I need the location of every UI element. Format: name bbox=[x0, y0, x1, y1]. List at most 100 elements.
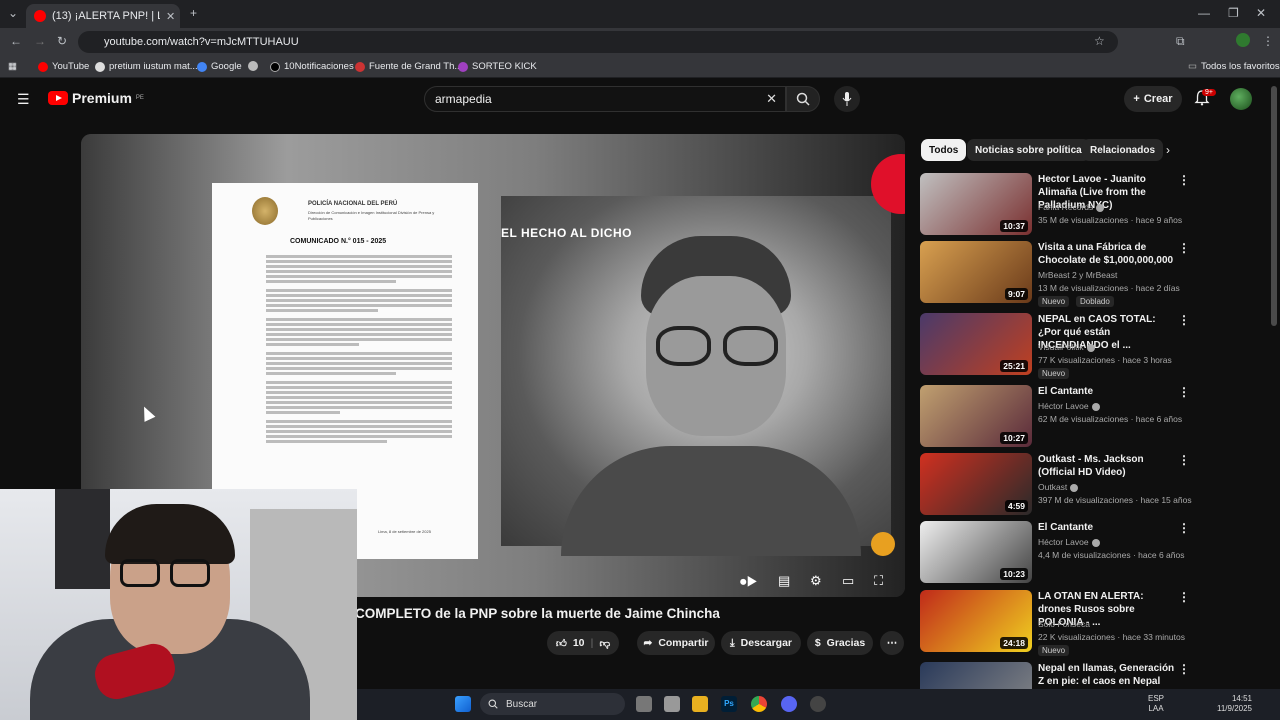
thanks-button[interactable]: $ Gracias bbox=[807, 631, 873, 655]
taskbar-clock[interactable]: 14:51 11/9/2025 bbox=[1212, 694, 1252, 714]
recommendation-item[interactable]: 4:59 Outkast - Ms. Jackson (Official HD … bbox=[920, 453, 1270, 517]
video-thumbnail[interactable]: 9:07 bbox=[920, 241, 1032, 303]
clear-search-icon[interactable]: ✕ bbox=[766, 91, 777, 107]
video-thumbnail[interactable]: 4:59 bbox=[920, 453, 1032, 515]
theater-mode-icon[interactable]: ▭ bbox=[842, 573, 854, 589]
video-thumbnail[interactable]: 10:37 bbox=[920, 173, 1032, 235]
extensions-icon[interactable]: ⧉ bbox=[1176, 34, 1185, 49]
rec-menu-icon[interactable]: ⋮ bbox=[1178, 590, 1190, 604]
taskbar-search[interactable]: Buscar bbox=[480, 693, 625, 715]
video-thumbnail[interactable]: 25:21 bbox=[920, 313, 1032, 375]
rec-title[interactable]: Nepal en llamas, Generación Z en pie: el… bbox=[1038, 662, 1176, 689]
rec-menu-icon[interactable]: ⋮ bbox=[1178, 385, 1190, 399]
app-icon[interactable] bbox=[664, 696, 680, 712]
rec-title[interactable]: El Cantante bbox=[1038, 385, 1176, 398]
browser-tab[interactable]: (13) ¡ALERTA PNP! | Lo que dic ✕ bbox=[26, 4, 180, 28]
all-bookmarks[interactable]: ▭ Todos los favoritos bbox=[1188, 61, 1280, 72]
video-thumbnail[interactable] bbox=[920, 662, 1032, 689]
apps-icon[interactable]: ▦ bbox=[8, 61, 17, 72]
bookmark-youtube[interactable]: YouTube bbox=[38, 61, 89, 72]
settings-gear-icon[interactable]: ⚙ bbox=[810, 573, 822, 589]
bookmark-label: Fuente de Grand Th... bbox=[369, 61, 463, 72]
recommendation-item[interactable]: Nepal en llamas, Generación Z en pie: el… bbox=[920, 662, 1270, 689]
back-icon[interactable]: ← bbox=[10, 34, 22, 48]
more-actions-button[interactable]: ⋯ bbox=[880, 631, 904, 655]
page-scrollbar[interactable] bbox=[1271, 86, 1277, 326]
rec-title[interactable]: Outkast - Ms. Jackson (Official HD Video… bbox=[1038, 453, 1176, 479]
share-button[interactable]: ➦ Compartir bbox=[637, 631, 715, 655]
bookmark-pretium[interactable]: pretium iustum mat... bbox=[95, 61, 198, 72]
minimize-icon[interactable]: — bbox=[1198, 6, 1210, 20]
browser-menu-icon[interactable]: ⋮ bbox=[1262, 34, 1274, 48]
address-bar[interactable]: youtube.com/watch?v=mJcMTTUHAUU bbox=[78, 31, 1118, 53]
discord-icon[interactable] bbox=[781, 696, 797, 712]
forward-icon[interactable]: → bbox=[34, 34, 46, 48]
autoplay-toggle[interactable]: ⏺▶ bbox=[740, 574, 758, 590]
rec-channel[interactable]: Héctor Lavoe bbox=[1038, 401, 1100, 411]
rec-channel[interactable]: VisualPolitik bbox=[1038, 342, 1095, 352]
rec-menu-icon[interactable]: ⋮ bbox=[1178, 662, 1190, 676]
new-tab-icon[interactable]: + bbox=[190, 6, 197, 20]
language-indicator[interactable]: ESP LAA bbox=[1148, 694, 1164, 714]
task-view-icon[interactable] bbox=[636, 696, 652, 712]
recommendation-item[interactable]: 10:23 El Cantante Héctor Lavoe 4,4 M de … bbox=[920, 521, 1270, 585]
recommendation-item[interactable]: 10:27 El Cantante Héctor Lavoe 62 M de v… bbox=[920, 385, 1270, 449]
recommendation-item[interactable]: 10:37 Hector Lavoe - Juanito Alimaña (Li… bbox=[920, 173, 1270, 237]
close-window-icon[interactable]: ✕ bbox=[1256, 6, 1266, 20]
rec-menu-icon[interactable]: ⋮ bbox=[1178, 241, 1190, 255]
video-thumbnail[interactable]: 24:18 bbox=[920, 590, 1032, 652]
download-button[interactable]: ⤓ Descargar bbox=[721, 631, 801, 655]
recommendation-item[interactable]: 9:07 Visita a una Fábrica de Chocolate d… bbox=[920, 241, 1270, 307]
bookmark-10notificaciones[interactable]: 10Notificaciones bbox=[270, 61, 354, 72]
reload-icon[interactable]: ↻ bbox=[57, 34, 67, 48]
rec-menu-icon[interactable]: ⋮ bbox=[1178, 173, 1190, 187]
rec-title[interactable]: Visita a una Fábrica de Chocolate de $1,… bbox=[1038, 241, 1176, 267]
file-explorer-icon[interactable] bbox=[692, 696, 708, 712]
account-avatar[interactable] bbox=[1230, 88, 1252, 110]
bookmark-fuente[interactable]: Fuente de Grand Th... bbox=[355, 61, 462, 72]
thumbs-up-icon[interactable]: 👍︎ bbox=[556, 637, 567, 650]
chip-relacionados[interactable]: Relacionados bbox=[1082, 139, 1164, 161]
windows-start-icon[interactable] bbox=[455, 696, 471, 712]
rec-menu-icon[interactable]: ⋮ bbox=[1178, 453, 1190, 467]
search-button[interactable] bbox=[786, 86, 820, 112]
profile-avatar[interactable] bbox=[1236, 33, 1250, 47]
bookmark-star-icon[interactable]: ☆ bbox=[1094, 34, 1105, 48]
voice-search-button[interactable] bbox=[834, 86, 860, 112]
bookmark-google[interactable]: Google bbox=[197, 61, 242, 72]
photoshop-icon[interactable]: Ps bbox=[721, 696, 737, 712]
bookmark-sorteo[interactable]: SORTEO KICK bbox=[458, 61, 537, 72]
rec-channel[interactable]: Fania Records bbox=[1038, 202, 1105, 212]
tab-list-icon[interactable]: ⌄ bbox=[8, 6, 18, 20]
rec-channel[interactable]: Outkast bbox=[1038, 482, 1079, 492]
duration-badge: 10:27 bbox=[1000, 432, 1028, 444]
video-thumbnail[interactable]: 10:27 bbox=[920, 385, 1032, 447]
tab-close-icon[interactable]: ✕ bbox=[166, 10, 175, 23]
like-dislike-pill[interactable]: 👍︎ 10 | 👎︎ bbox=[547, 631, 619, 655]
create-button[interactable]: + Crear bbox=[1124, 86, 1182, 112]
chip-todos[interactable]: Todos bbox=[921, 139, 967, 161]
rec-menu-icon[interactable]: ⋮ bbox=[1178, 521, 1190, 535]
hamburger-menu-icon[interactable]: ☰ bbox=[17, 91, 30, 108]
fullscreen-icon[interactable]: ⛶ bbox=[874, 573, 883, 589]
recommendation-item[interactable]: 24:18 LA OTAN EN ALERTA: drones Rusos so… bbox=[920, 590, 1270, 656]
app-icon[interactable] bbox=[810, 696, 826, 712]
subtitles-icon[interactable]: ▤ bbox=[778, 573, 790, 589]
recommendation-item[interactable]: 25:21 NEPAL en CAOS TOTAL: ¿Por qué está… bbox=[920, 313, 1270, 379]
thumbs-down-icon[interactable]: 👎︎ bbox=[599, 637, 610, 650]
doc-comunicado: COMUNICADO N.° 015 - 2025 bbox=[290, 238, 387, 245]
rec-title[interactable]: El Cantante bbox=[1038, 521, 1176, 534]
bookmark-globe[interactable] bbox=[248, 61, 258, 71]
restore-icon[interactable]: ❐ bbox=[1228, 6, 1239, 20]
taskbar-search-label: Buscar bbox=[506, 698, 538, 710]
youtube-logo[interactable]: Premium PE bbox=[48, 90, 144, 106]
rec-channel[interactable]: MrBeast 2 y MrBeast bbox=[1038, 270, 1117, 280]
rec-channel[interactable]: Solo Fonseca bbox=[1038, 619, 1090, 629]
video-thumbnail[interactable]: 10:23 bbox=[920, 521, 1032, 583]
search-input[interactable]: armapedia ✕ bbox=[424, 86, 786, 112]
chrome-icon[interactable] bbox=[751, 696, 767, 712]
rec-menu-icon[interactable]: ⋮ bbox=[1178, 313, 1190, 327]
chip-noticias-politica[interactable]: Noticias sobre política bbox=[967, 139, 1090, 161]
chips-next-icon[interactable]: › bbox=[1166, 143, 1170, 157]
rec-channel[interactable]: Héctor Lavoe bbox=[1038, 537, 1100, 547]
